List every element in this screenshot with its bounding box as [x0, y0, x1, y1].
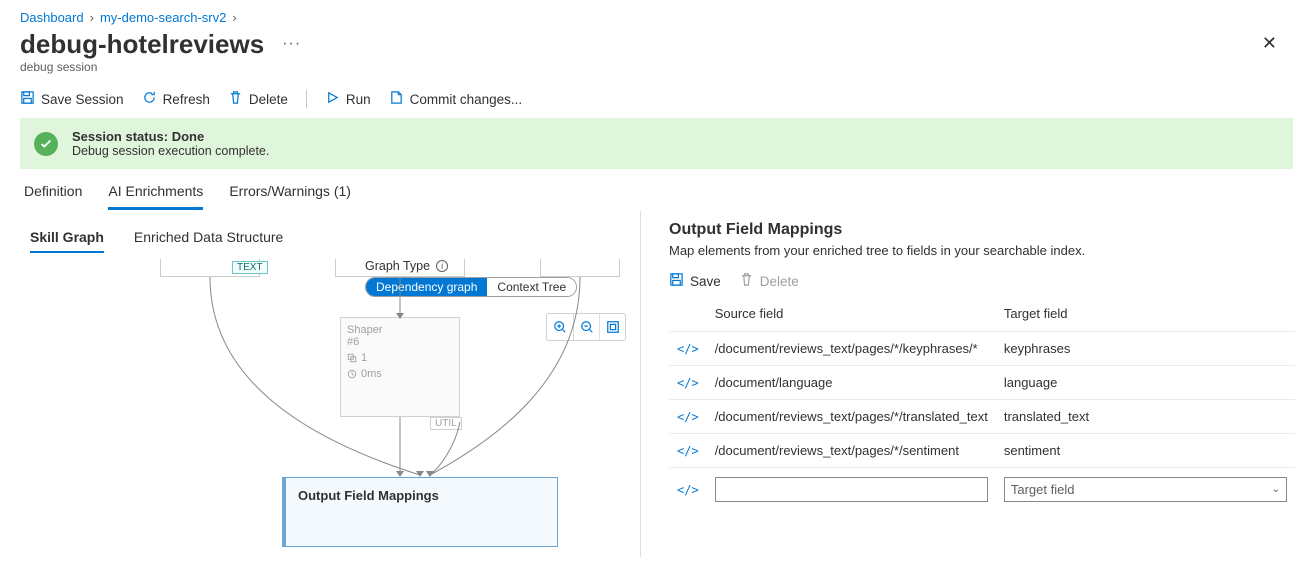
table-row[interactable]: </> /document/reviews_text/pages/*/sentim… — [669, 434, 1295, 468]
zoom-fit-button[interactable] — [599, 314, 625, 340]
status-banner: Session status: Done Debug session execu… — [20, 118, 1293, 169]
save-session-label: Save Session — [41, 92, 124, 107]
save-icon — [669, 272, 684, 290]
subtab-skill-graph[interactable]: Skill Graph — [30, 225, 104, 253]
panel-save-label: Save — [690, 274, 721, 289]
code-icon: </> — [677, 444, 699, 458]
refresh-label: Refresh — [163, 92, 210, 107]
graph-type-toggle: Dependency graph Context Tree — [365, 277, 577, 297]
breadcrumb: Dashboard › my-demo-search-srv2 › — [0, 0, 1313, 27]
command-separator — [306, 90, 307, 108]
close-icon[interactable]: ✕ — [1256, 27, 1283, 60]
table-row-new: </> Target field⌄ — [669, 468, 1295, 512]
primary-tabs: Definition AI Enrichments Errors/Warning… — [0, 177, 1313, 211]
graph-node-shaper[interactable]: Shaper #6 1 0ms — [340, 317, 460, 417]
pill-context-tree[interactable]: Context Tree — [487, 278, 576, 296]
target-field-select[interactable]: Target field⌄ — [1004, 477, 1287, 502]
save-session-button[interactable]: Save Session — [20, 90, 124, 108]
info-icon[interactable]: i — [436, 260, 448, 272]
more-button[interactable]: ··· — [276, 31, 307, 57]
source-field-input[interactable] — [715, 477, 988, 502]
table-row[interactable]: </> /document/reviews_text/pages/*/keyphr… — [669, 332, 1295, 366]
mappings-table: Source field Target field </> /document/r… — [669, 300, 1295, 511]
page-subtitle: debug session — [0, 60, 1313, 84]
graph-type-label: Graph Type i — [365, 259, 448, 273]
shaper-instances: 1 — [347, 352, 453, 364]
trash-icon — [228, 90, 243, 108]
delete-label: Delete — [249, 92, 288, 107]
delete-button[interactable]: Delete — [228, 90, 288, 108]
panel-heading: Output Field Mappings — [669, 221, 1295, 239]
tab-ai-enrichments[interactable]: AI Enrichments — [108, 177, 203, 210]
command-bar: Save Session Refresh Delete Run Commit c… — [0, 84, 1313, 118]
col-target-field[interactable]: Target field — [996, 300, 1295, 332]
commit-icon — [389, 90, 404, 108]
run-button[interactable]: Run — [325, 90, 371, 108]
refresh-button[interactable]: Refresh — [142, 90, 210, 108]
util-tag: UTIL — [430, 417, 462, 430]
save-icon — [20, 90, 35, 108]
tab-errors-warnings[interactable]: Errors/Warnings (1) — [229, 177, 351, 210]
commit-label: Commit changes... — [410, 92, 523, 107]
success-check-icon — [34, 132, 58, 156]
pill-dependency-graph[interactable]: Dependency graph — [366, 278, 487, 296]
status-title: Session status: Done — [72, 129, 269, 144]
breadcrumb-sep-2: › — [232, 10, 236, 25]
play-icon — [325, 90, 340, 108]
code-icon: </> — [677, 342, 699, 356]
output-field-mappings-panel: Output Field Mappings Map elements from … — [640, 211, 1313, 557]
sub-tabs: Skill Graph Enriched Data Structure — [0, 211, 640, 257]
target-field-cell: keyphrases — [996, 332, 1295, 366]
shaper-id: #6 — [347, 336, 453, 348]
target-field-cell: language — [996, 366, 1295, 400]
page-title: debug-hotelreviews — [20, 29, 264, 60]
target-field-cell: sentiment — [996, 434, 1295, 468]
source-field-cell: /document/language — [707, 366, 996, 400]
table-row[interactable]: </> /document/reviews_text/pages/*/transl… — [669, 400, 1295, 434]
breadcrumb-dashboard[interactable]: Dashboard — [20, 10, 84, 25]
breadcrumb-service[interactable]: my-demo-search-srv2 — [100, 10, 226, 25]
code-icon: </> — [677, 376, 699, 390]
tab-definition[interactable]: Definition — [24, 177, 82, 210]
code-icon: </> — [677, 483, 699, 497]
zoom-toolbar — [546, 313, 626, 341]
zoom-in-button[interactable] — [547, 314, 573, 340]
status-message: Debug session execution complete. — [72, 144, 269, 158]
zoom-out-button[interactable] — [573, 314, 599, 340]
source-field-cell: /document/reviews_text/pages/*/keyphrase… — [707, 332, 996, 366]
code-icon: </> — [677, 410, 699, 424]
trash-icon — [739, 272, 754, 290]
text-tag-1: TEXT — [232, 261, 268, 274]
graph-node-output-field-mappings[interactable]: Output Field Mappings — [282, 477, 558, 547]
breadcrumb-sep: › — [90, 10, 94, 25]
table-row[interactable]: </> /document/languagelanguage — [669, 366, 1295, 400]
target-field-cell: translated_text — [996, 400, 1295, 434]
shaper-time: 0ms — [347, 368, 453, 380]
panel-delete-button: Delete — [739, 272, 799, 290]
chevron-down-icon: ⌄ — [1272, 484, 1280, 495]
run-label: Run — [346, 92, 371, 107]
panel-save-button[interactable]: Save — [669, 272, 721, 290]
shaper-name: Shaper — [347, 324, 453, 336]
ofm-label: Output Field Mappings — [298, 488, 439, 503]
source-field-cell: /document/reviews_text/pages/*/translate… — [707, 400, 996, 434]
col-source-field[interactable]: Source field — [707, 300, 996, 332]
commit-button[interactable]: Commit changes... — [389, 90, 523, 108]
source-field-cell: /document/reviews_text/pages/*/sentiment — [707, 434, 996, 468]
panel-delete-label: Delete — [760, 274, 799, 289]
subtab-enriched-data[interactable]: Enriched Data Structure — [134, 225, 283, 253]
panel-description: Map elements from your enriched tree to … — [669, 243, 1295, 258]
refresh-icon — [142, 90, 157, 108]
graph-canvas[interactable]: TEXT Graph Type i Dependency graph Conte… — [0, 257, 640, 557]
